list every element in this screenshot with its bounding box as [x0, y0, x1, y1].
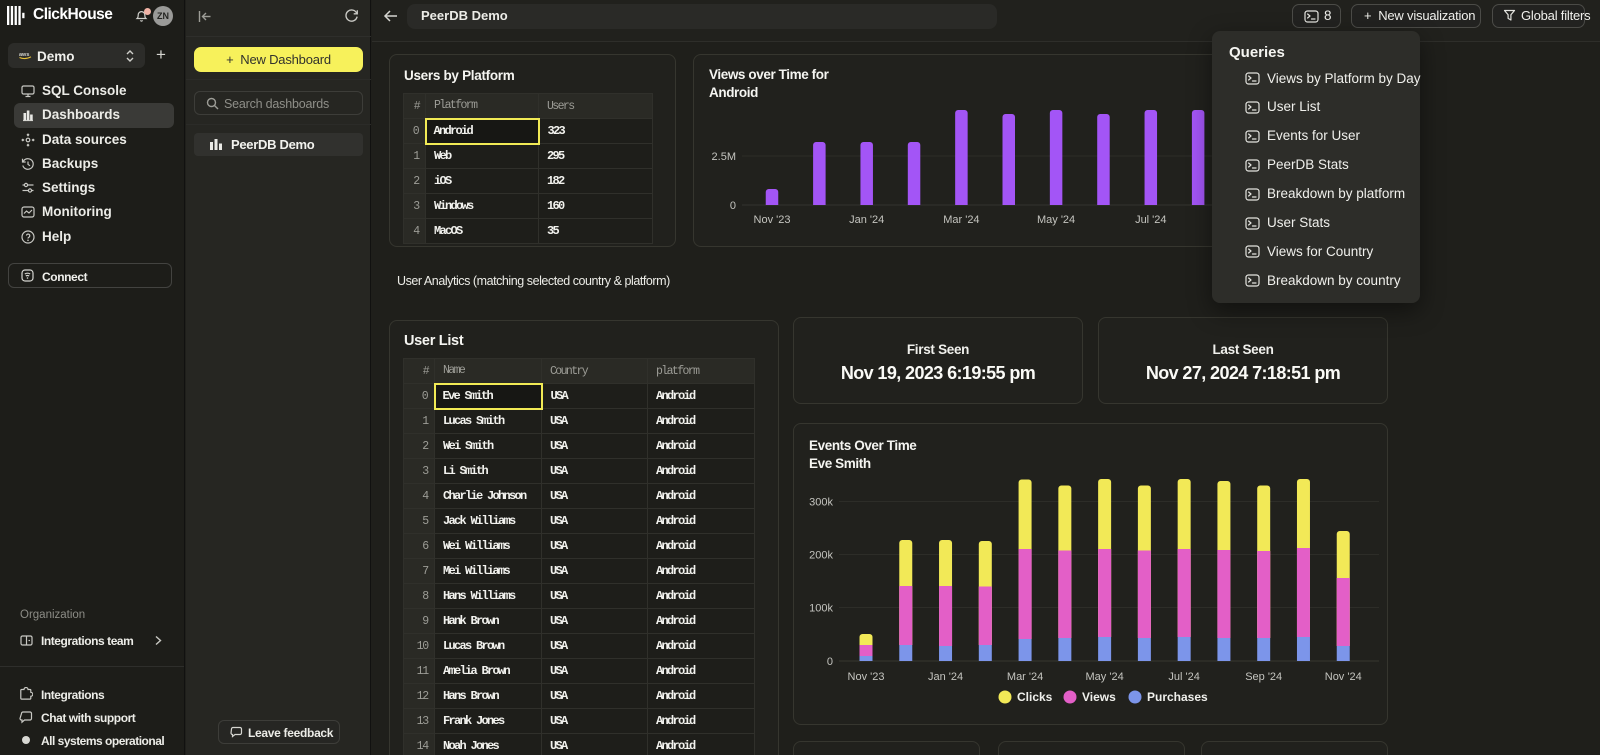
svg-text:Clicks: Clicks — [1017, 690, 1053, 704]
svg-text:May '24: May '24 — [1037, 214, 1075, 226]
svg-text:Jan '24: Jan '24 — [849, 214, 884, 226]
svg-text:Jan '24: Jan '24 — [928, 671, 963, 683]
svg-text:0: 0 — [730, 200, 736, 212]
svg-text:300k: 300k — [809, 497, 833, 509]
svg-text:aws: aws — [19, 52, 29, 58]
svg-text:Nov '23: Nov '23 — [754, 214, 791, 226]
svg-text:May '24: May '24 — [1086, 671, 1124, 683]
svg-text:Views: Views — [1082, 690, 1116, 704]
svg-text:Purchases: Purchases — [1147, 690, 1208, 704]
svg-text:0: 0 — [827, 656, 833, 668]
svg-text:Nov '23: Nov '23 — [848, 671, 885, 683]
svg-text:2.5M: 2.5M — [712, 151, 736, 163]
svg-text:100k: 100k — [809, 603, 833, 615]
svg-text:200k: 200k — [809, 550, 833, 562]
svg-text:Sep '24: Sep '24 — [1245, 671, 1282, 683]
svg-text:Jul '24: Jul '24 — [1168, 671, 1199, 683]
svg-text:Nov '24: Nov '24 — [1325, 671, 1362, 683]
svg-text:Jul '24: Jul '24 — [1135, 214, 1166, 226]
svg-text:Mar '24: Mar '24 — [1007, 671, 1043, 683]
svg-text:Mar '24: Mar '24 — [943, 214, 979, 226]
